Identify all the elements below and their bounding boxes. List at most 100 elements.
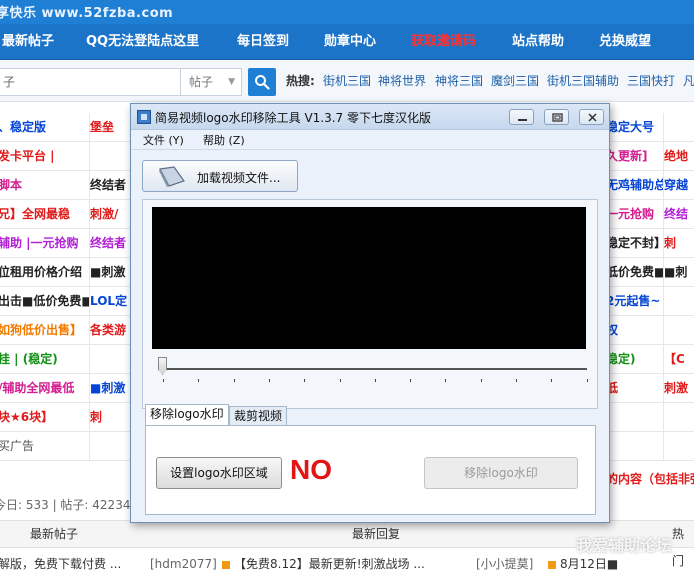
forum-link[interactable]: 一元抢购 xyxy=(606,200,664,229)
forum-link xyxy=(606,432,664,461)
search-scope-select[interactable]: 帖子 ▼ xyxy=(180,68,242,96)
forum-link[interactable]: 久更新] xyxy=(606,142,664,171)
forum-link[interactable]: 穿越 xyxy=(664,171,694,200)
forum-link[interactable]: 2元起售~ xyxy=(606,287,664,316)
hot-search-item[interactable]: 神将世界 xyxy=(378,72,426,89)
hot-search-label: 热搜: xyxy=(286,74,315,88)
seek-slider-track[interactable] xyxy=(163,368,587,370)
document-icon xyxy=(159,166,185,187)
forum-link[interactable]: 、稳定版 xyxy=(0,113,90,142)
forum-link xyxy=(664,287,694,316)
load-video-label: 加载视频文件... xyxy=(197,171,281,185)
forum-link[interactable]: 买广告 xyxy=(0,432,90,461)
nav-item[interactable]: QQ无法登陆点这里 xyxy=(86,24,199,60)
forum-link[interactable]: 块★6块】 xyxy=(0,403,90,432)
reply-author[interactable]: [小小提莫] xyxy=(476,549,533,579)
forum-link[interactable]: /辅助全网最低 xyxy=(0,374,90,403)
menu-bar: 文件 (Y) 帮助 (Z) xyxy=(131,130,609,150)
search-input[interactable]: 子 xyxy=(0,68,180,96)
slider-tick xyxy=(268,379,270,382)
forum-link xyxy=(664,316,694,345)
forum-link[interactable]: 终结 xyxy=(664,200,694,229)
load-video-button[interactable]: 加载视频文件... xyxy=(142,160,298,192)
forum-link[interactable]: 绝地 xyxy=(664,142,694,171)
slider-tick xyxy=(339,379,341,382)
forum-link xyxy=(606,403,664,432)
forum-link[interactable]: 低 xyxy=(606,374,664,403)
forum-link xyxy=(664,113,694,142)
forum-link[interactable]: 刺激 xyxy=(664,374,694,403)
window-titlebar[interactable]: 简易视频logo水印移除工具 V1.3.7 零下七度汉化版 xyxy=(131,104,609,130)
slider-tick xyxy=(374,379,376,382)
forum-link[interactable]: 位租用价格介绍 xyxy=(0,258,90,287)
slider-tick xyxy=(233,379,235,382)
search-bar: 子 帖子 ▼ 热搜: 街机三国 神将世界 神将三国 魔剑三国 街机三国辅助 三国快打凡 xyxy=(0,60,694,102)
hot-search-item[interactable]: 凡 xyxy=(683,72,694,89)
forum-link[interactable]: 【C xyxy=(664,345,694,374)
menu-help[interactable]: 帮助 (Z) xyxy=(203,132,245,148)
forum-link[interactable]: 挂 | (稳定) xyxy=(0,345,90,374)
menu-file[interactable]: 文件 (Y) xyxy=(143,132,184,148)
forum-link xyxy=(664,403,694,432)
slider-tick xyxy=(410,379,412,382)
hot-search-item[interactable]: 魔剑三国 xyxy=(491,72,539,89)
logo-remover-window: 简易视频logo水印移除工具 V1.3.7 零下七度汉化版 文件 (Y) 帮助 … xyxy=(130,103,610,523)
close-icon xyxy=(588,113,597,122)
forum-link[interactable]: 兄】全网最稳 xyxy=(0,200,90,229)
slider-tick xyxy=(551,379,553,382)
forum-link[interactable]: 无鸡辅助总 xyxy=(606,171,664,200)
tab-panel: 设置logo水印区域 NO 移除logo水印 xyxy=(145,425,596,515)
minimize-icon xyxy=(518,119,527,121)
tab-latest-threads[interactable]: 最新帖子 xyxy=(30,521,78,548)
nav-item[interactable]: 兑换威望 xyxy=(599,24,651,60)
search-scope-label: 帖子 xyxy=(189,75,214,89)
forum-link[interactable]: 低价免费■ xyxy=(606,258,664,287)
forum-link[interactable]: 如狗低价出售】 xyxy=(0,316,90,345)
forum-link[interactable]: 稳定大号 xyxy=(606,113,664,142)
forum-link xyxy=(664,432,694,461)
thread-link[interactable]: 解版，免费下载付费 ... xyxy=(0,549,121,579)
hot-search-item[interactable]: 三国快打 xyxy=(627,72,675,89)
nav-item[interactable]: 最新帖子 xyxy=(2,24,54,60)
maximize-icon xyxy=(552,113,563,122)
forum-link[interactable]: 稳定) xyxy=(606,345,664,374)
forum-link[interactable]: 刺 xyxy=(664,229,694,258)
nav-item[interactable]: 勋章中心 xyxy=(324,24,376,60)
tab-latest-replies[interactable]: 最新回复 xyxy=(352,521,400,548)
top-bar: 享快乐 www.52fzba.com xyxy=(0,0,694,24)
minimize-button[interactable] xyxy=(509,109,534,125)
forum-link[interactable]: 权 xyxy=(606,316,664,345)
slider-tick xyxy=(586,379,588,382)
hot-search-item[interactable]: 街机三国辅助 xyxy=(547,72,619,89)
forum-link[interactable]: 辅助 |一元抢购 xyxy=(0,229,90,258)
slider-tick xyxy=(304,379,306,382)
bullet-icon xyxy=(222,561,230,569)
search-icon xyxy=(255,75,270,90)
tab-remove-logo[interactable]: 移除logo水印 xyxy=(145,404,229,426)
slider-tick xyxy=(445,379,447,382)
hot-search-item[interactable]: 街机三国 xyxy=(323,72,371,89)
nav-item[interactable]: 获取邀请码 xyxy=(411,24,476,60)
bullet-icon xyxy=(548,561,556,569)
nav-item[interactable]: 每日签到 xyxy=(237,24,289,60)
window-title: 简易视频logo水印移除工具 V1.3.7 零下七度汉化版 xyxy=(155,111,432,125)
forum-link[interactable]: 稳定不封】 xyxy=(606,229,664,258)
search-button[interactable] xyxy=(248,68,276,96)
tab-crop-video[interactable]: 裁剪视频 xyxy=(229,406,288,426)
thread-author[interactable]: [hdm2077] xyxy=(150,549,217,579)
remove-logo-button[interactable]: 移除logo水印 xyxy=(424,457,578,489)
close-button[interactable] xyxy=(579,109,604,125)
seek-slider-thumb[interactable] xyxy=(158,357,167,375)
site-url[interactable]: 享快乐 www.52fzba.com xyxy=(0,2,173,21)
reply-thread-link[interactable]: 【免费8.12】最新更新!刺激战场 ... xyxy=(222,549,425,579)
nav-item[interactable]: 站点帮助 xyxy=(512,24,564,60)
status-label: NO xyxy=(290,454,332,485)
watermark-text: 我爱辅助论坛 xyxy=(576,536,673,555)
forum-link[interactable]: ■刺 xyxy=(664,258,694,287)
forum-link[interactable]: 出击■低价免费■ xyxy=(0,287,90,316)
hot-search-item[interactable]: 神将三国 xyxy=(435,72,483,89)
forum-link[interactable]: 脚本 xyxy=(0,171,90,200)
maximize-button[interactable] xyxy=(544,109,569,125)
set-logo-area-button[interactable]: 设置logo水印区域 xyxy=(156,457,282,489)
forum-link[interactable]: 发卡平台 | xyxy=(0,142,90,171)
